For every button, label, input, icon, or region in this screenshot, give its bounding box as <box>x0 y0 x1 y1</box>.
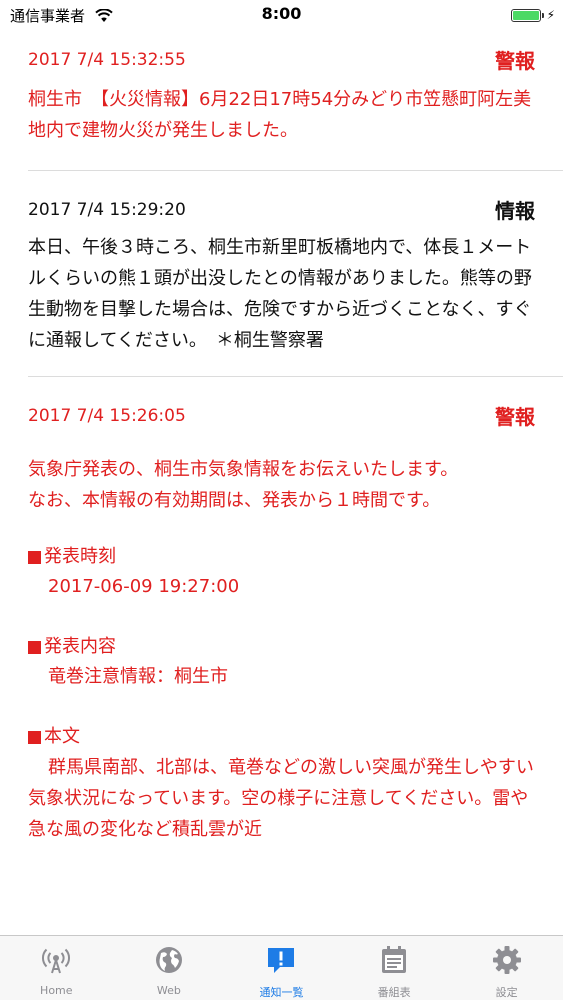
status-time: 8:00 <box>261 4 302 23</box>
section-label: 発表内容 <box>28 632 535 662</box>
tab-home[interactable]: Home <box>0 936 113 1000</box>
tab-label: 番組表 <box>377 986 411 999</box>
tab-notifications[interactable]: 通知一覧 <box>225 936 338 1000</box>
red-square-icon <box>28 640 41 654</box>
battery-fill <box>512 10 539 20</box>
tab-label: Home <box>40 984 73 997</box>
notification-intro: 気象庁発表の、桐生市気象情報をお伝えいたします。 なお、本情報の有効期間は、発表… <box>28 459 459 511</box>
section-value: 竜巻注意情報：桐生市 <box>48 666 228 687</box>
notification-item[interactable]: 2017 7/4 15:26:05 警報 気象庁発表の、桐生市気象情報をお伝えい… <box>0 377 563 845</box>
calendar-icon <box>382 946 407 973</box>
section-label-text: 発表内容 <box>44 636 116 657</box>
notification-list[interactable]: 2017 7/4 15:32:55 警報 桐生市 【火災情報】6月22日17時5… <box>0 30 563 935</box>
red-square-icon <box>28 550 41 564</box>
notification-level: 警報 <box>495 49 535 73</box>
section-body: 群馬県南部、北部は、竜巻などの激しい突風が発生しやすい気象状況になっています。空… <box>28 757 534 840</box>
tab-schedule[interactable]: 番組表 <box>338 936 451 1000</box>
section-label-text: 発表時刻 <box>44 546 116 567</box>
section-label-text: 本文 <box>44 726 80 747</box>
notification-timestamp: 2017 7/4 15:29:20 <box>28 200 186 220</box>
notification-body: 桐生市 【火災情報】6月22日17時54分みどり市笠懸町阿左美地内で建物火災が発… <box>28 89 532 141</box>
status-bar: 通信事業者 8:00 ⚡ <box>0 0 563 30</box>
notification-icon <box>268 948 295 973</box>
charging-icon: ⚡ <box>546 8 555 22</box>
section-label: 発表時刻 <box>28 542 535 572</box>
notification-level: 情報 <box>495 199 535 223</box>
notification-level: 警報 <box>495 405 535 429</box>
battery-tip <box>541 12 544 18</box>
notification-timestamp: 2017 7/4 15:32:55 <box>28 50 186 70</box>
battery-icon <box>510 8 541 22</box>
notification-item[interactable]: 2017 7/4 15:29:20 情報 本日、午後３時ころ、桐生市新里町板橋地… <box>0 171 563 377</box>
section-label: 本文 <box>28 722 535 752</box>
gear-icon <box>492 946 521 974</box>
red-square-icon <box>28 730 41 744</box>
notification-timestamp: 2017 7/4 15:26:05 <box>28 406 186 426</box>
notification-body: 本日、午後３時ころ、桐生市新里町板橋地内で、体長１メートルくらいの熊１頭が出没し… <box>28 237 532 351</box>
globe-icon <box>155 947 182 973</box>
notification-item[interactable]: 2017 7/4 15:32:55 警報 桐生市 【火災情報】6月22日17時5… <box>0 30 563 171</box>
tab-bar: Home Web 通知一覧 番組表 設定 <box>0 935 563 1000</box>
tab-label: Web <box>156 984 181 997</box>
antenna-icon <box>42 948 71 974</box>
tab-settings[interactable]: 設定 <box>450 936 563 1000</box>
tab-label: 設定 <box>495 986 518 999</box>
tab-web[interactable]: Web <box>113 936 226 1000</box>
tab-label: 通知一覧 <box>259 986 304 999</box>
section-value: 2017-06-09 19:27:00 <box>48 576 240 597</box>
